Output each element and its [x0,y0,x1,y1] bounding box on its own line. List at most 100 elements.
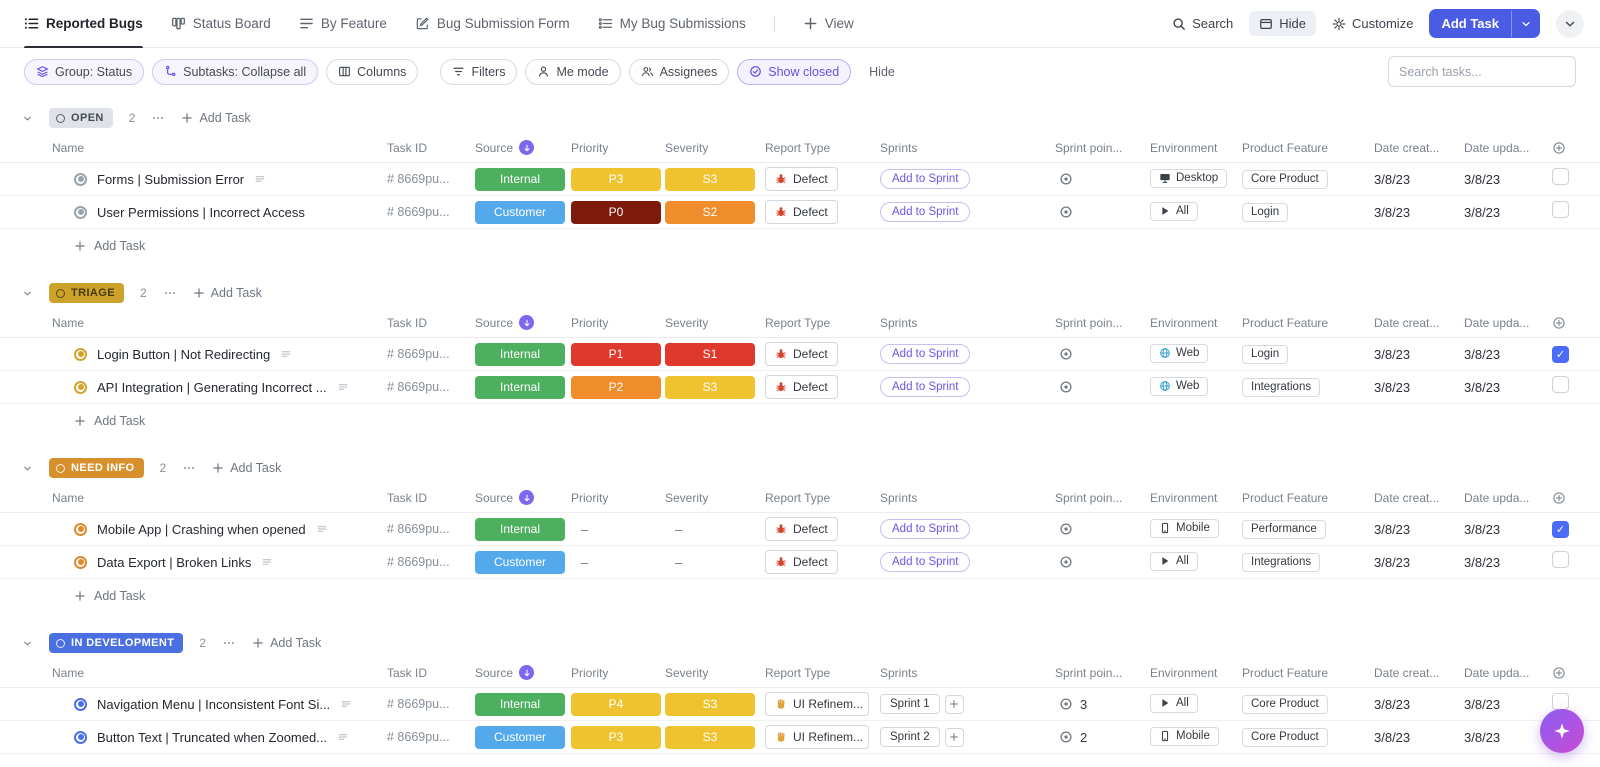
column-header-name[interactable]: Name [0,666,387,680]
task-status-icon[interactable] [74,172,87,186]
row-checkbox[interactable] [1552,551,1569,568]
task-name[interactable]: Data Export | Broken Links [97,555,251,570]
environment-value[interactable]: Mobile [1150,518,1219,538]
priority-value[interactable]: – [571,522,665,537]
sort-desc-icon[interactable] [519,315,535,330]
collapse-arrow-icon[interactable] [22,463,33,474]
sprint-points-icon[interactable] [1059,347,1073,361]
task-row[interactable]: Navigation Menu | Inconsistent Font Si..… [0,688,1600,721]
ai-assistant-button[interactable] [1540,709,1584,753]
row-checkbox[interactable] [1552,693,1569,710]
column-header-priority[interactable]: Priority [571,666,665,680]
add-sprint-plus-button[interactable] [944,727,964,747]
date-created-value[interactable]: 3/8/23 [1374,555,1464,570]
environment-value[interactable]: Web [1150,343,1209,363]
task-name[interactable]: API Integration | Generating Incorrect .… [97,380,327,395]
product-feature-value[interactable]: Performance [1242,519,1326,539]
task-status-icon[interactable] [74,522,87,536]
column-header-date-updated[interactable]: Date upda... [1464,141,1552,155]
task-id[interactable]: # 8669pu... [387,697,475,711]
column-header-name[interactable]: Name [0,316,387,330]
add-column-button[interactable] [1552,491,1566,505]
task-id[interactable]: # 8669pu... [387,172,475,186]
column-header-sprint-points[interactable]: Sprint poin... [1055,141,1150,155]
date-created-value[interactable]: 3/8/23 [1374,380,1464,395]
priority-value[interactable]: P1 [571,342,661,366]
column-header-product-feature[interactable]: Product Feature [1242,491,1374,505]
environment-value[interactable]: Mobile [1150,726,1219,746]
column-header-report-type[interactable]: Report Type [765,666,880,680]
add-sprint-plus-button[interactable] [944,694,964,714]
date-created-value[interactable]: 3/8/23 [1374,730,1464,745]
group-menu-button[interactable] [222,636,236,650]
add-task-button[interactable]: Add Task [1429,9,1540,38]
sprint-points-icon[interactable] [1059,730,1073,744]
task-status-icon[interactable] [74,347,87,361]
task-id[interactable]: # 8669pu... [387,205,475,219]
severity-value[interactable]: S3 [665,167,755,191]
customize-button[interactable]: Customize [1332,16,1413,31]
column-header-product-feature[interactable]: Product Feature [1242,316,1374,330]
source-value[interactable]: Internal [475,692,565,716]
sprint-points-icon[interactable] [1059,205,1073,219]
task-row[interactable]: Login Button | Not Redirecting # 8669pu.… [0,338,1600,371]
group-add-task-button[interactable]: Add Task [193,286,262,300]
date-updated-value[interactable]: 3/8/23 [1464,172,1552,187]
sprint-points-icon[interactable] [1059,697,1073,711]
environment-value[interactable]: Desktop [1150,168,1228,188]
product-feature-value[interactable]: Core Product [1242,694,1328,714]
source-value[interactable]: Internal [475,342,565,366]
priority-value[interactable]: P3 [571,167,661,191]
column-header-name[interactable]: Name [0,141,387,155]
filters-button[interactable]: Filters [440,58,518,85]
search-button[interactable]: Search [1172,16,1233,31]
date-created-value[interactable]: 3/8/23 [1374,172,1464,187]
task-name[interactable]: Button Text | Truncated when Zoomed... [97,730,327,745]
column-header-task-id[interactable]: Task ID [387,491,475,505]
column-header-report-type[interactable]: Report Type [765,491,880,505]
column-header-sprint-points[interactable]: Sprint poin... [1055,666,1150,680]
column-header-environment[interactable]: Environment [1150,141,1242,155]
add-to-sprint-button[interactable]: Add to Sprint [880,552,971,572]
task-id[interactable]: # 8669pu... [387,347,475,361]
column-header-sprints[interactable]: Sprints [880,666,1055,680]
task-row[interactable]: User Permissions | Incorrect Access # 86… [0,196,1600,229]
task-id[interactable]: # 8669pu... [387,555,475,569]
date-updated-value[interactable]: 3/8/23 [1464,730,1552,745]
sort-desc-icon[interactable] [519,140,535,155]
source-value[interactable]: Customer [475,200,565,224]
add-task-row-button[interactable]: Add Task [0,404,1600,437]
row-checkbox[interactable] [1552,201,1569,218]
column-header-sprints[interactable]: Sprints [880,491,1055,505]
hide-button[interactable]: Hide [1249,11,1317,36]
column-header-severity[interactable]: Severity [665,141,765,155]
column-header-product-feature[interactable]: Product Feature [1242,666,1374,680]
me-mode-button[interactable]: Me mode [525,58,621,85]
search-tasks-input[interactable] [1388,56,1576,87]
row-checkbox[interactable] [1552,346,1569,363]
severity-value[interactable]: S3 [665,692,755,716]
task-name[interactable]: Login Button | Not Redirecting [97,347,270,362]
product-feature-value[interactable]: Core Product [1242,169,1328,189]
column-header-source[interactable]: Source [475,140,571,155]
column-header-severity[interactable]: Severity [665,666,765,680]
column-header-severity[interactable]: Severity [665,491,765,505]
source-value[interactable]: Internal [475,167,565,191]
task-row[interactable]: Forms | Submission Error # 8669pu... Int… [0,163,1600,196]
report-type-value[interactable]: Defect [765,550,838,574]
column-header-source[interactable]: Source [475,490,571,505]
task-status-icon[interactable] [74,380,87,394]
group-add-task-button[interactable]: Add Task [181,111,251,125]
column-header-sprints[interactable]: Sprints [880,141,1055,155]
sprint-points-icon[interactable] [1059,380,1073,394]
column-header-task-id[interactable]: Task ID [387,666,475,680]
date-updated-value[interactable]: 3/8/23 [1464,697,1552,712]
column-header-date-updated[interactable]: Date upda... [1464,316,1552,330]
add-task-dropdown-button[interactable] [1511,10,1540,37]
severity-value[interactable]: S1 [665,342,755,366]
status-badge[interactable]: NEED INFO [49,458,144,478]
source-value[interactable]: Customer [475,550,565,574]
sort-desc-icon[interactable] [519,665,535,680]
product-feature-value[interactable]: Integrations [1242,552,1321,572]
column-header-severity[interactable]: Severity [665,316,765,330]
